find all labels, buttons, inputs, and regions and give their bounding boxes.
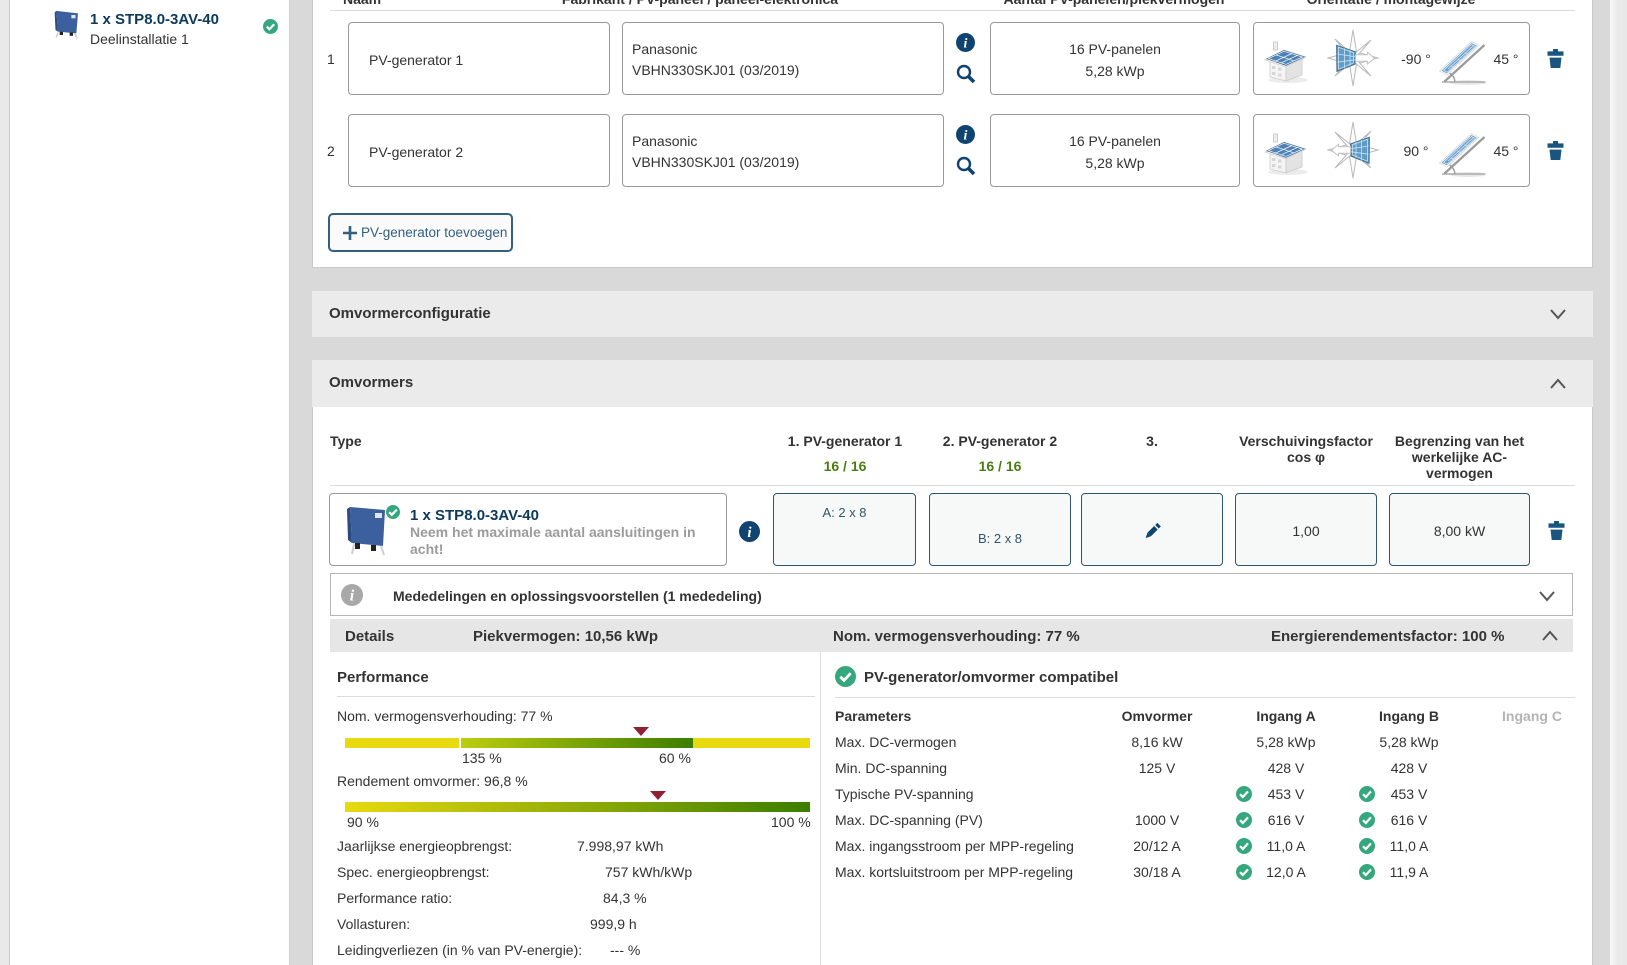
svg-text:i: i [964, 37, 968, 52]
svg-text:i: i [964, 129, 968, 144]
svg-text:i: i [350, 588, 355, 605]
